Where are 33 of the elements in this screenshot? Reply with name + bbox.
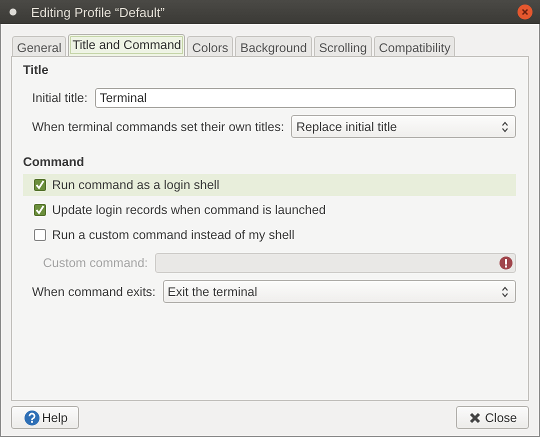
spinner-arrows-icon (502, 120, 508, 132)
checkbox-label[interactable]: Run a custom command instead of my shell (52, 228, 294, 242)
section-heading: Command (23, 155, 86, 171)
spinner-arrows-icon (502, 286, 508, 298)
window-menu-icon (8, 7, 18, 17)
tab[interactable]: Title and Command (68, 34, 186, 56)
checkbox[interactable] (34, 229, 46, 241)
checkbox[interactable] (34, 204, 46, 216)
tab[interactable]: General (12, 36, 66, 56)
section-heading: Title (23, 63, 50, 79)
help-icon (24, 410, 40, 426)
close-icon (469, 412, 482, 424)
window-title: Editing Profile “Default” (31, 4, 166, 20)
checkbox-label[interactable]: Update login records when command is launched (52, 203, 326, 217)
tab[interactable]: Colors (187, 36, 234, 56)
field-label: When terminal commands set their own titles: (32, 120, 284, 134)
checkmark-icon (35, 205, 45, 215)
field-label: When command exits: (32, 284, 156, 298)
tab[interactable]: Scrolling (314, 36, 372, 56)
checkbox[interactable] (34, 179, 46, 191)
tab[interactable]: Background (235, 36, 312, 56)
dropdown[interactable]: Exit the terminal (162, 280, 516, 303)
close-button[interactable]: Close (456, 406, 529, 429)
close-icon (517, 4, 533, 20)
dropdown[interactable]: Replace initial title (291, 115, 516, 138)
checkmark-icon (35, 180, 45, 190)
close-button[interactable] (517, 4, 533, 20)
input-field[interactable]: Terminal (94, 88, 516, 108)
field-label: Initial title: (32, 90, 88, 104)
tab[interactable]: Compatibility (374, 36, 456, 56)
field-label: Custom command: (43, 256, 148, 270)
input-field[interactable] (154, 252, 516, 272)
help-button[interactable]: Help (11, 406, 79, 429)
